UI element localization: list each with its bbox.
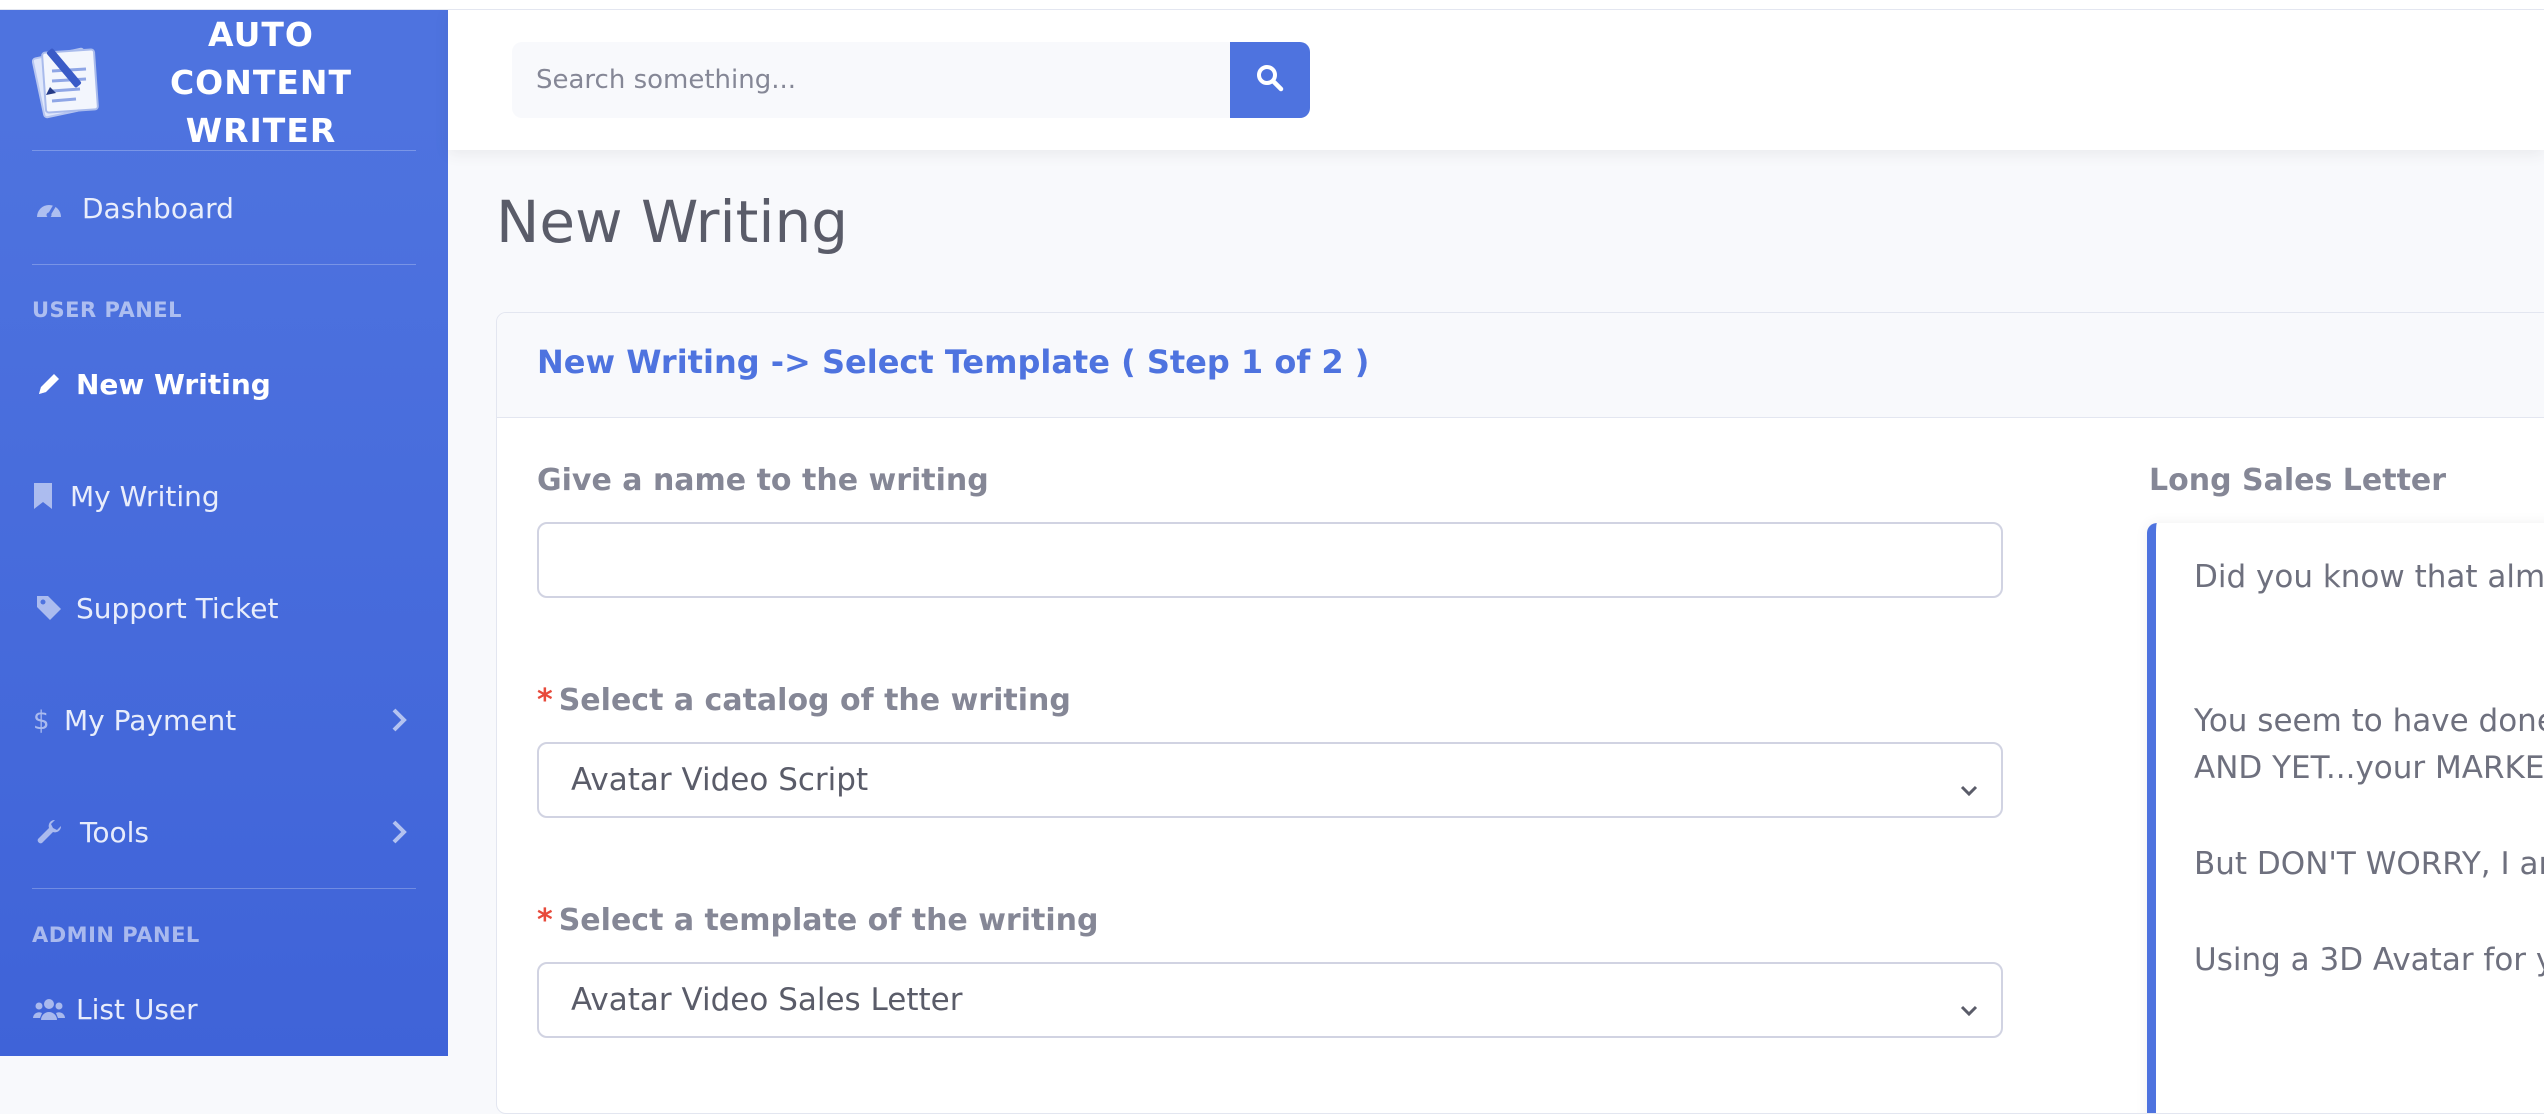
preview-title: Long Sales Letter [2149,463,2447,498]
sidebar-item-label: List User [76,992,198,1026]
bookmark-icon [32,481,54,511]
chevron-down-icon [1959,992,1979,1017]
dollar-icon: $ [32,705,50,735]
sidebar: AUTO CONTENT WRITER Dashboard USER PANEL… [0,9,448,1056]
sidebar-item-label: My Payment [64,703,237,737]
sidebar-item-label: New Writing [76,367,271,401]
section-heading-user-panel: USER PANEL [32,298,183,322]
catalog-label-text: Select a catalog of the writing [558,683,1071,718]
topbar [448,10,2544,150]
sidebar-item-dashboard[interactable]: Dashboard [0,173,448,243]
new-writing-card: New Writing -> Select Template ( Step 1 … [496,312,2544,1114]
card-header: New Writing -> Select Template ( Step 1 … [497,313,2544,418]
sidebar-item-my-payment[interactable]: $ My Payment [0,685,448,755]
sidebar-divider [32,888,416,889]
wrench-icon [32,817,66,847]
users-icon [32,994,66,1024]
sidebar-brand[interactable]: AUTO CONTENT WRITER [0,9,448,150]
brand-name: AUTO CONTENT WRITER [169,15,353,150]
sidebar-divider [32,150,416,151]
tag-icon [32,593,66,623]
catalog-selected-value: Avatar Video Script [571,762,869,798]
sidebar-item-list-user[interactable]: List User [0,974,448,1044]
sidebar-divider [32,264,416,265]
preview-line: You seem to have done e [2194,703,2544,739]
sidebar-item-label: Dashboard [82,191,234,225]
template-selected-value: Avatar Video Sales Letter [571,982,963,1018]
sidebar-item-label: Tools [80,815,149,849]
tachometer-icon [32,193,66,223]
pencil-icon [32,369,66,399]
section-heading-admin-panel: ADMIN PANEL [32,923,200,947]
template-label: * Select a template of the writing [537,903,1098,938]
search-bar [512,42,1312,118]
preview-line: AND YET...your MARKET [2194,750,2544,786]
chevron-right-icon [388,819,410,845]
sidebar-item-label: Support Ticket [76,591,279,625]
notepad-pencil-icon [30,39,110,119]
sidebar-item-new-writing[interactable]: New Writing [0,349,448,419]
template-label-text: Select a template of the writing [558,903,1099,938]
sidebar-item-support-ticket[interactable]: Support Ticket [0,573,448,643]
svg-text:$: $ [33,706,49,735]
top-edge [0,0,2544,10]
writing-name-label: Give a name to the writing [537,463,989,498]
required-mark: * [537,683,553,718]
page-title: New Writing [496,188,849,256]
chevron-right-icon [388,707,410,733]
sidebar-item-tools[interactable]: Tools [0,797,448,867]
template-select[interactable]: Avatar Video Sales Letter [537,962,2003,1038]
sidebar-item-label: My Writing [70,479,220,513]
catalog-select[interactable]: Avatar Video Script [537,742,2003,818]
search-input[interactable] [512,42,1230,118]
card-header-title: New Writing -> Select Template ( Step 1 … [537,343,1370,381]
required-mark: * [537,903,553,938]
catalog-label: * Select a catalog of the writing [537,683,1071,718]
preview-line: Did you know that almos [2194,559,2544,595]
preview-line: But DON'T WORRY, I am [2194,846,2544,882]
search-icon [1256,64,1284,96]
template-preview[interactable]: Did you know that almos You seem to have… [2147,523,2544,1113]
preview-line: Using a 3D Avatar for yo [2194,942,2544,978]
search-button[interactable] [1230,42,1310,118]
writing-name-input[interactable] [537,522,2003,598]
chevron-down-icon [1959,772,1979,797]
sidebar-item-my-writing[interactable]: My Writing [0,461,448,531]
